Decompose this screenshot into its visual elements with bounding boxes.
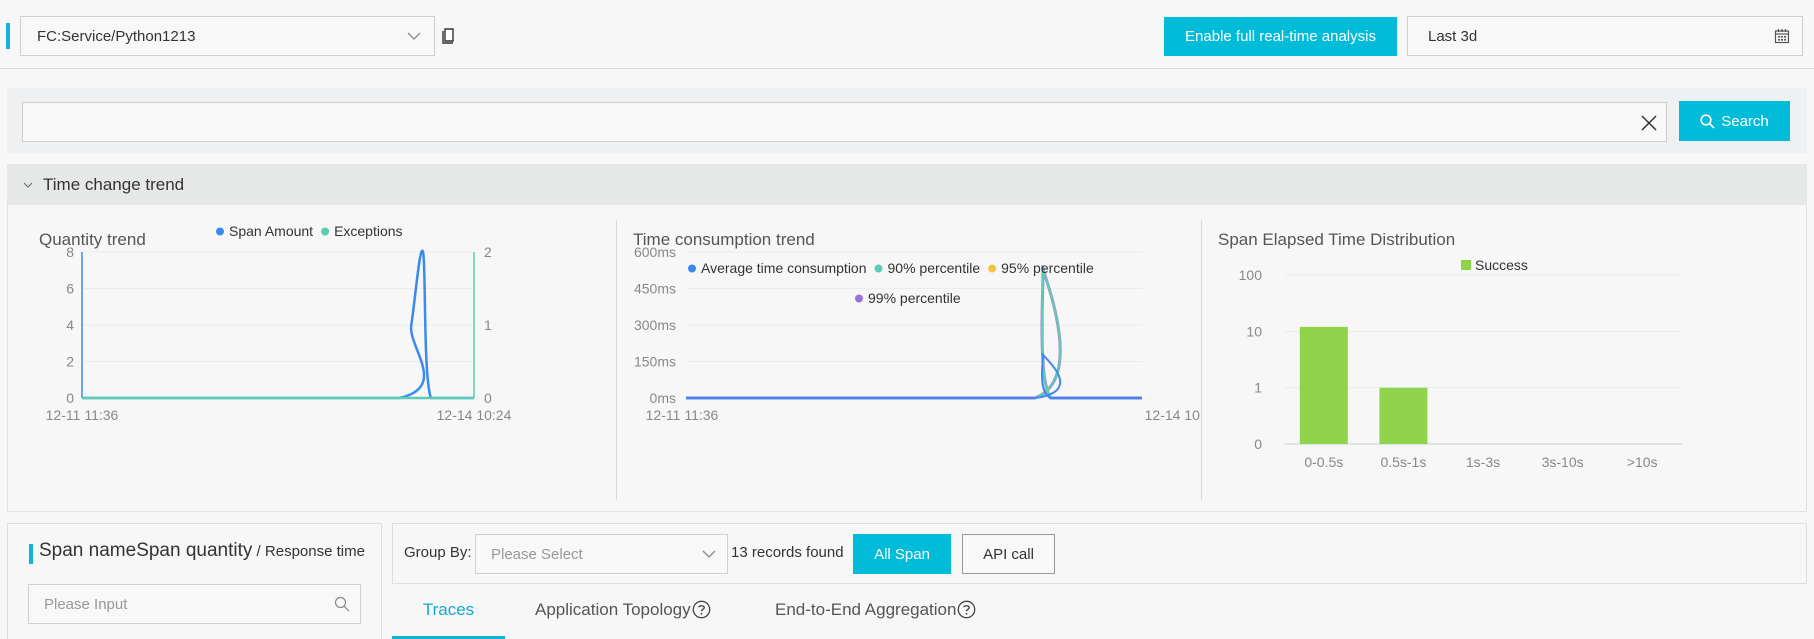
help-icon[interactable] <box>957 600 976 619</box>
y-right-tick-label: 2 <box>484 244 492 260</box>
search-button[interactable]: Search <box>1679 101 1790 141</box>
y-tick-label: 600ms <box>634 244 676 260</box>
span-panel-heading: Span nameSpan quantity / Response time <box>39 540 365 562</box>
time-consumption-svg: 0ms 150ms 300ms 450ms 600ms 12-11 11:36 12-14 … <box>634 244 1202 423</box>
span-name-panel: Span nameSpan quantity / Response time <box>7 523 382 639</box>
y-tick-label: 4 <box>66 317 74 333</box>
y-tick-label: 450ms <box>634 281 676 297</box>
x-tick-label: 12-14 10:24 <box>1145 407 1202 423</box>
calendar-icon <box>1774 29 1790 44</box>
x-tick-label: 1s-3s <box>1466 454 1500 470</box>
legend-dot <box>988 264 997 273</box>
span-elapsed-time-chart: Span Elapsed Time Distribution 0 1 10 100 0-… <box>1201 220 1808 500</box>
group-by-placeholder: Please Select <box>491 545 583 563</box>
bar-0.5s-1s <box>1379 387 1428 444</box>
y-tick-label: 0 <box>1254 436 1262 452</box>
span-quantity-title[interactable]: Span quantity <box>136 540 252 561</box>
y-tick-label: 0 <box>66 390 74 406</box>
x-tick-label: 12-14 10:24 <box>437 407 512 423</box>
group-by-label: Group By: <box>404 544 472 561</box>
x-tick-label: 12-11 11:36 <box>46 407 119 423</box>
y-tick-label: 8 <box>66 244 74 260</box>
y-tick-label: 100 <box>1239 267 1263 283</box>
span-name-title: Span name <box>39 540 137 561</box>
x-tick-label: 0-0.5s <box>1304 454 1343 470</box>
y-tick-label: 0ms <box>650 390 676 406</box>
x-tick-label: 3s-10s <box>1542 454 1584 470</box>
tab-label: Application Topology <box>535 600 691 619</box>
time-change-trend-header[interactable]: Time change trend <box>7 164 1807 205</box>
legend-dot <box>688 264 696 273</box>
tab-traces[interactable]: Traces <box>392 590 505 639</box>
tabs: Traces Application Topology End-to-End A… <box>392 590 1807 639</box>
series-line-99-percentile <box>686 265 1142 400</box>
series-line-90-percentile <box>686 265 1142 400</box>
legend-label: Average time consumption <box>701 260 867 276</box>
span-name-filter-input[interactable] <box>28 584 361 624</box>
records-found-count: 13 records found <box>731 544 844 561</box>
time-consumption-trend-chart: Time consumption trend 0ms 150ms 300ms 450m… <box>616 220 1202 500</box>
filter-bar: Group By: Please Select 13 records found… <box>392 523 1807 584</box>
y-tick-label: 10 <box>1246 323 1262 339</box>
legend-label: 90% percentile <box>888 260 981 276</box>
span-distribution-svg: 0 1 10 100 0-0.5s 0.5s-1s 1s-3s 3s-10s >10s Succe… <box>1239 257 1682 470</box>
legend-dot <box>216 227 224 236</box>
legend-dot <box>855 294 863 303</box>
search-panel: Search <box>7 88 1807 153</box>
tab-label: End-to-End Aggregation <box>775 600 957 619</box>
y-tick-label: 300ms <box>634 317 676 333</box>
search-icon <box>334 596 350 612</box>
y-tick-label: 2 <box>66 354 74 370</box>
time-range-picker[interactable]: Last 3d <box>1407 16 1803 56</box>
api-call-button[interactable]: API call <box>962 534 1055 574</box>
all-span-button[interactable]: All Span <box>853 534 951 574</box>
x-tick-label: 12-11 11:36 <box>646 407 719 423</box>
bar-0-0.5s <box>1299 326 1348 444</box>
legend-label: Span Amount <box>229 223 313 239</box>
tab-application-topology[interactable]: Application Topology <box>535 590 711 639</box>
legend-label: Exceptions <box>334 223 402 239</box>
help-icon[interactable] <box>692 600 711 619</box>
x-tick-label: 0.5s-1s <box>1380 454 1426 470</box>
y-tick-label: 1 <box>1254 380 1262 396</box>
enable-realtime-analysis-button[interactable]: Enable full real-time analysis <box>1164 17 1397 56</box>
tab-end-to-end-aggregation[interactable]: End-to-End Aggregation <box>775 590 976 639</box>
charts-area: Quantity trend 0 2 4 6 8 0 1 2 12-11 11:36 12-14 … <box>7 205 1807 512</box>
chevron-down-icon <box>23 182 33 188</box>
accent-bar <box>6 23 10 49</box>
y-right-tick-label: 0 <box>484 390 492 406</box>
top-bar: FC:Service/Python1213 Enable full real-t… <box>0 0 1814 69</box>
service-select-value: FC:Service/Python1213 <box>37 27 196 45</box>
response-time-title[interactable]: / Response time <box>252 543 365 560</box>
group-by-select[interactable]: Please Select <box>475 534 728 574</box>
search-icon <box>1700 113 1715 129</box>
legend-label: 95% percentile <box>1001 260 1094 276</box>
series-line-average-time-consumption <box>686 353 1142 400</box>
close-icon[interactable] <box>1640 114 1658 132</box>
series-line-95-percentile <box>686 265 1142 400</box>
service-select[interactable]: FC:Service/Python1213 <box>20 16 435 56</box>
legend-dot <box>321 227 330 236</box>
quantity-trend-chart: Quantity trend 0 2 4 6 8 0 1 2 12-11 11:36 12-14 … <box>8 205 616 505</box>
legend-label: 99% percentile <box>868 290 961 306</box>
quantity-trend-svg: 0 2 4 6 8 0 1 2 12-11 11:36 12-14 10:24 Span Amoun… <box>46 223 512 423</box>
y-right-tick-label: 1 <box>484 317 492 333</box>
time-range-value: Last 3d <box>1428 27 1478 45</box>
x-tick-label: >10s <box>1627 454 1658 470</box>
series-line-span-amount <box>82 249 474 400</box>
search-button-label: Search <box>1721 112 1769 130</box>
legend-swatch <box>1461 260 1471 270</box>
tab-label: Traces <box>422 600 475 619</box>
legend-label: Success <box>1475 257 1528 273</box>
search-input[interactable] <box>22 102 1667 142</box>
chevron-down-icon <box>702 550 716 558</box>
copy-icon[interactable] <box>441 28 455 44</box>
accent-bar <box>29 544 33 564</box>
legend-dot <box>874 264 883 273</box>
section-title: Time change trend <box>43 174 185 194</box>
chevron-down-icon <box>407 32 421 40</box>
y-tick-label: 6 <box>66 281 74 297</box>
y-tick-label: 150ms <box>634 354 676 370</box>
